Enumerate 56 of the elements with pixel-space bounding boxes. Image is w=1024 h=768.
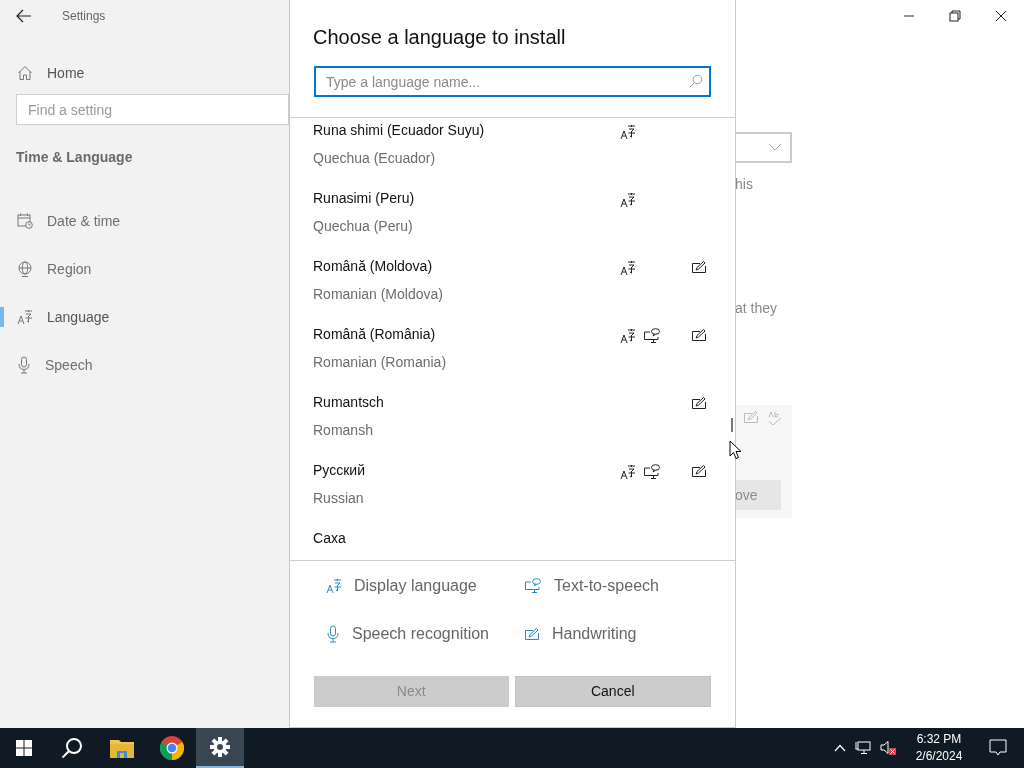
language-icon	[17, 309, 33, 325]
chevron-down-icon	[768, 143, 782, 151]
language-option[interactable]: Rumantsch Romansh	[290, 390, 735, 458]
language-subtitle: Quechua (Ecuador)	[313, 149, 436, 168]
body-text: his	[735, 175, 753, 194]
chrome-icon[interactable]	[160, 736, 184, 760]
microphone-icon	[326, 625, 340, 643]
search-icon[interactable]	[61, 737, 83, 759]
language-option[interactable]: Română (Moldova) Romanian (Moldova)	[290, 254, 735, 322]
network-icon[interactable]	[855, 741, 871, 755]
language-subtitle: Quechua (Peru)	[313, 217, 413, 236]
language-option[interactable]: Runasimi (Peru) Quechua (Peru)	[290, 186, 735, 254]
language-subtitle: Russian	[313, 489, 364, 508]
gear-icon[interactable]	[210, 737, 230, 757]
dialog-title: Choose a language to install	[313, 25, 566, 50]
legend-item: Handwriting	[524, 622, 724, 646]
search-field[interactable]: Find a setting	[16, 94, 289, 125]
calendar-clock-icon	[17, 213, 33, 229]
back-arrow-icon[interactable]	[16, 9, 32, 23]
nav-item[interactable]: Date & time	[0, 197, 289, 245]
nav-item[interactable]: Region	[0, 245, 289, 293]
dialog-button[interactable]: Cancel	[514, 676, 711, 707]
home-link[interactable]: Home	[17, 63, 117, 83]
language-option[interactable]: Runa shimi (Ecuador Suyu) Quechua (Ecuador)	[290, 118, 735, 186]
search-icon	[689, 74, 703, 88]
restore-icon[interactable]	[949, 10, 961, 22]
scrollbar-thumb[interactable]	[731, 418, 733, 432]
monitor-speech-icon	[524, 578, 542, 594]
section-heading: Time & Language	[16, 148, 133, 167]
language-option[interactable]: Română (România) Romanian (Romania)	[290, 322, 735, 390]
legend-item: Text-to-speech	[524, 574, 724, 598]
language-option[interactable]: Русский Russian	[290, 458, 735, 526]
pen-pad-icon	[743, 410, 759, 424]
muted-speaker-icon[interactable]	[880, 740, 896, 756]
language-search-field[interactable]: Type a language name...	[314, 66, 711, 97]
home-icon	[17, 65, 33, 81]
language-subtitle: Romanian (Romania)	[313, 353, 447, 372]
clock[interactable]: 6:32 PM 2/6/2024	[901, 731, 977, 765]
windows-logo-icon[interactable]	[16, 740, 32, 756]
close-icon[interactable]	[995, 10, 1007, 22]
body-text: at they	[735, 299, 778, 318]
chevron-up-icon[interactable]	[834, 744, 846, 752]
notification-icon[interactable]	[989, 739, 1007, 757]
folder-icon[interactable]	[110, 738, 134, 758]
language-icon	[326, 578, 342, 594]
window-title: Settings	[62, 8, 106, 25]
pen-pad-icon	[524, 627, 540, 641]
language-subtitle: Romanian (Moldova)	[313, 285, 443, 304]
legend-item: Speech recognition	[326, 622, 524, 646]
microphone-icon	[17, 356, 31, 374]
nav-item[interactable]: Speech	[0, 341, 289, 389]
language-option[interactable]: Саха	[290, 526, 735, 560]
legend-item: Display language	[326, 574, 524, 598]
language-subtitle: Romansh	[313, 421, 373, 440]
globe-icon	[17, 261, 33, 277]
spell-check-icon	[768, 410, 782, 426]
